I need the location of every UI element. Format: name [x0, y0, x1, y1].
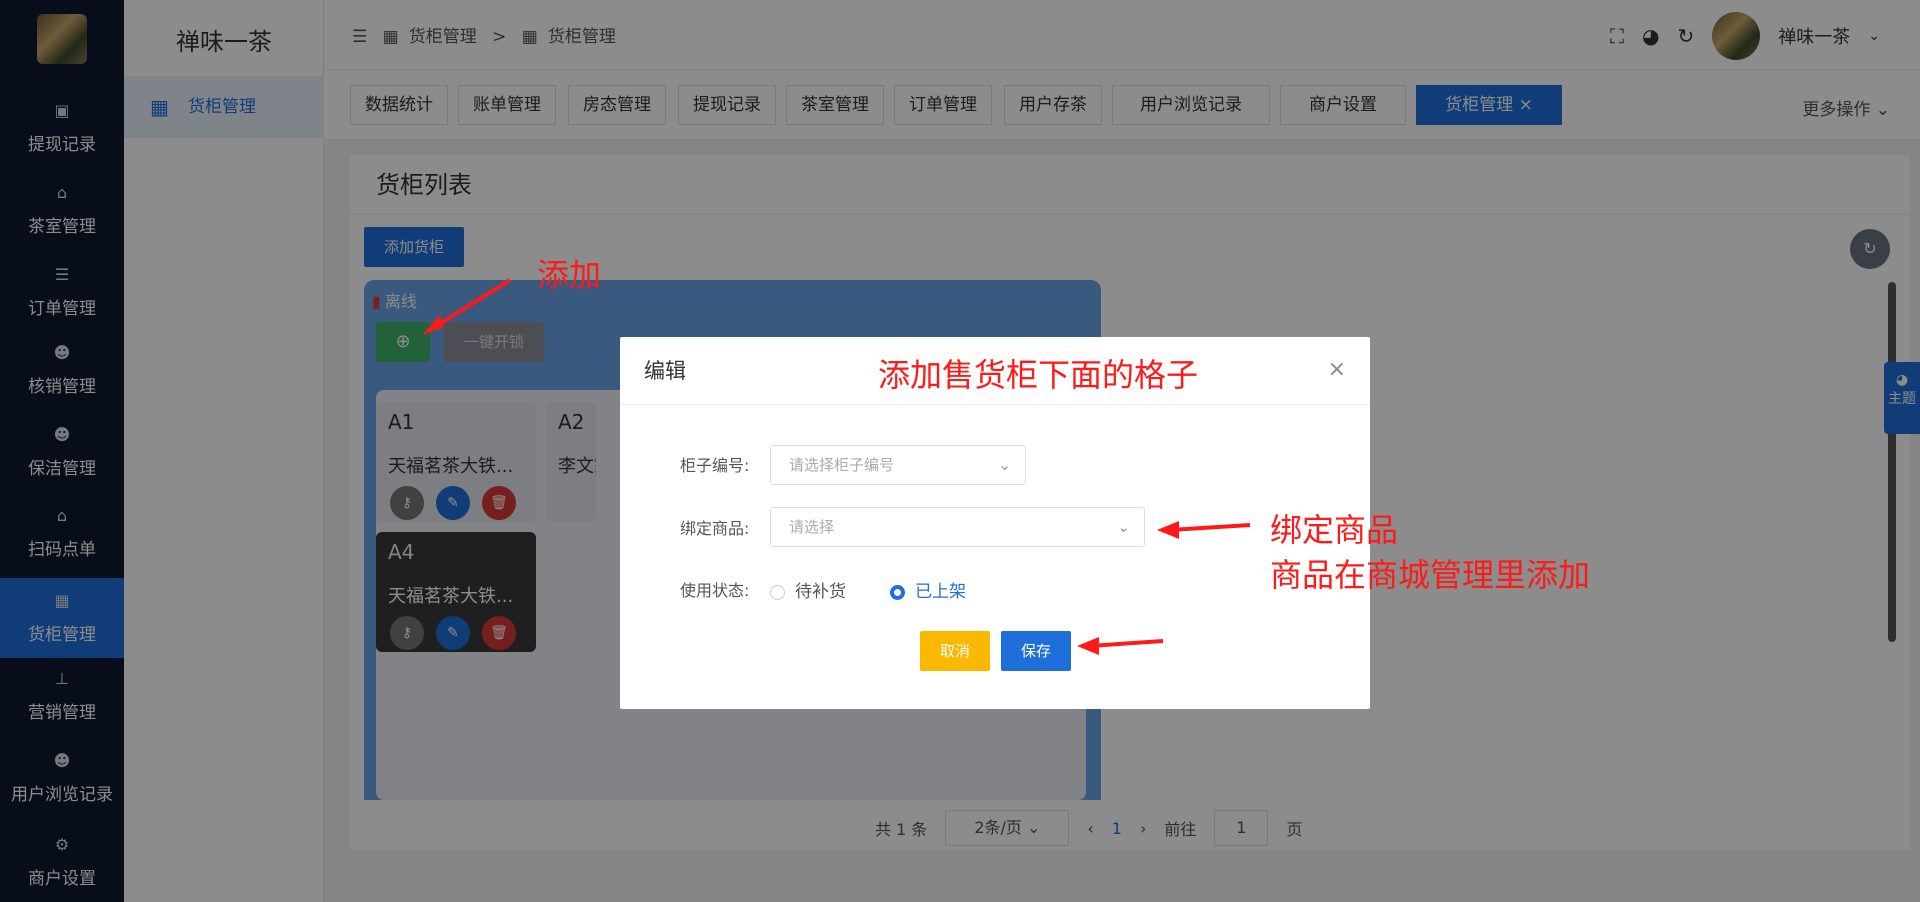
annotation-arrow	[422, 278, 512, 335]
status-radio-restock[interactable]: 待补货	[770, 577, 846, 602]
chevron-down-icon: ⌄	[998, 456, 1011, 474]
cabinet-no-select[interactable]: 请选择柜子编号 ⌄	[770, 445, 1026, 485]
status-radio-listed[interactable]: 已上架	[890, 577, 966, 602]
annotation-arrow	[1157, 521, 1251, 539]
goods-label: 绑定商品:	[680, 519, 750, 538]
status-label: 使用状态:	[680, 581, 750, 600]
annotation-bind-title: 绑定商品	[1270, 511, 1399, 549]
annotation-add: 添加	[537, 256, 602, 294]
annotation-arrow	[1077, 637, 1164, 655]
goods-select[interactable]: 请选择 ⌄	[770, 507, 1145, 547]
chevron-down-icon: ⌄	[1117, 518, 1130, 536]
annotation-header: 添加售货柜下面的格子	[878, 356, 1199, 394]
close-icon[interactable]: ×	[1328, 357, 1346, 382]
cabinet-no-label: 柜子编号:	[680, 456, 750, 475]
save-button[interactable]: 保存	[1001, 631, 1071, 671]
annotation-bind-desc: 商品在商城管理里添加	[1270, 556, 1591, 594]
cancel-button[interactable]: 取消	[920, 631, 990, 671]
